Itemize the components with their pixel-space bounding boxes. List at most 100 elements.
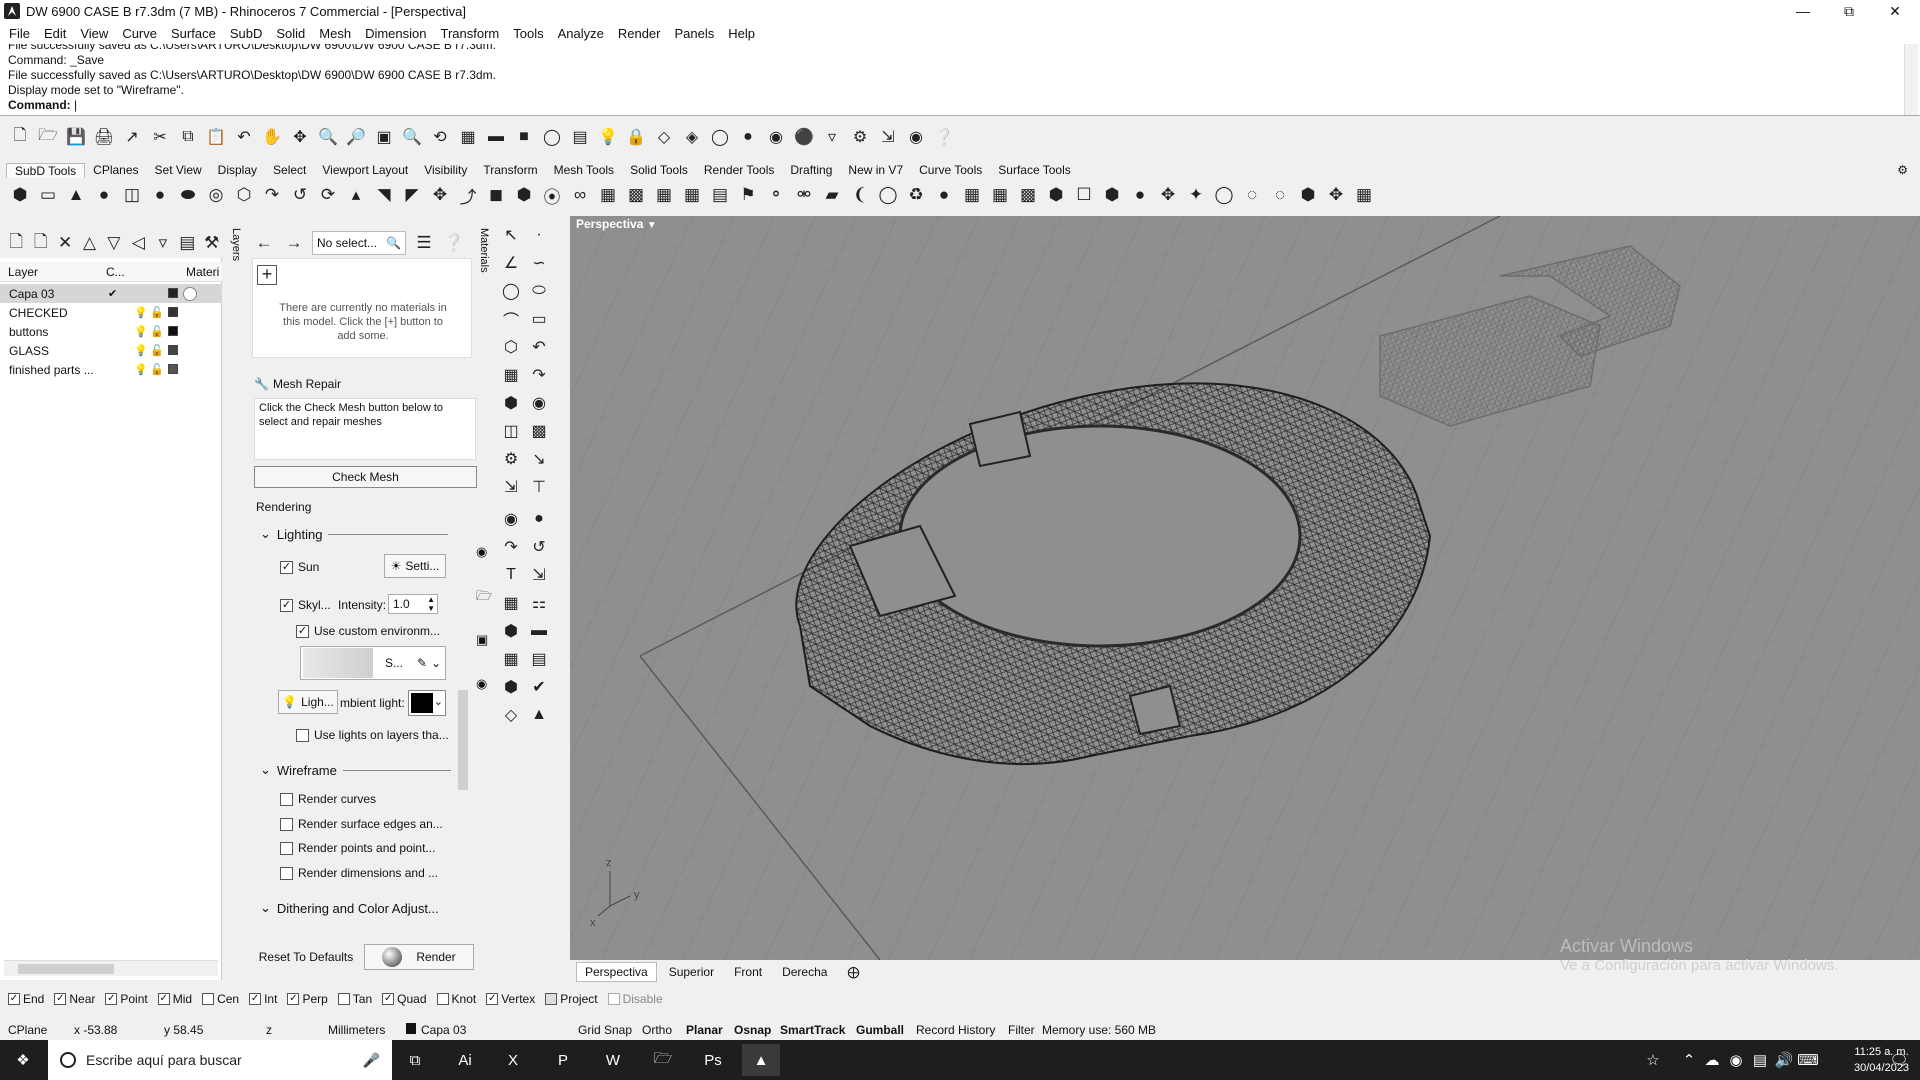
subd-frame-icon[interactable]: ▦ — [1352, 183, 1376, 207]
viewport-menu-chevron-icon[interactable]: ▼ — [647, 220, 657, 231]
layer-horizontal-scrollbar[interactable] — [4, 960, 218, 976]
people-icon[interactable]: ☆ — [1634, 1044, 1672, 1076]
viewport-tab-perspectiva[interactable]: Perspectiva — [576, 962, 657, 982]
undo-icon[interactable]: ↶ — [232, 125, 256, 149]
folder-icon[interactable]: 🗁 — [476, 574, 492, 618]
dimension-icon[interactable]: ⇲ — [500, 476, 522, 498]
sun-settings-button[interactable]: ☀ Setti... — [384, 554, 446, 578]
subd-mirror-icon[interactable]: ⚮ — [792, 183, 816, 207]
smarttrack-toggle[interactable]: SmartTrack — [780, 1023, 845, 1037]
sun-panel-icon[interactable]: ◉ — [476, 662, 492, 706]
tab-solid-tools[interactable]: Solid Tools — [622, 163, 696, 177]
toolbar-settings-gear-icon[interactable]: ⚙ — [1889, 163, 1916, 177]
subd-fill-icon[interactable]: ▴ — [344, 183, 368, 207]
save-icon[interactable]: 💾 — [64, 125, 88, 149]
tab-cplanes[interactable]: CPlanes — [85, 163, 146, 177]
array-icon[interactable]: ▦ — [500, 592, 522, 614]
snapshot-icon[interactable]: ▣ — [476, 618, 492, 662]
subd-transform-icon[interactable]: ✥ — [1324, 183, 1348, 207]
subd-insert-edge-icon[interactable]: ▦ — [596, 183, 620, 207]
viewport-tab-front[interactable]: Front — [726, 963, 770, 981]
render-curves-checkbox[interactable]: Render curves — [280, 792, 376, 806]
render-surface-edges-checkbox[interactable]: Render surface edges an... — [280, 817, 443, 831]
text-icon[interactable]: T — [500, 564, 522, 586]
add-viewport-icon[interactable]: ⨁ — [839, 963, 867, 981]
scale-icon[interactable]: ⇲ — [528, 564, 550, 586]
shade-icon[interactable]: ◇ — [500, 704, 522, 726]
layer-color-swatch[interactable] — [168, 345, 178, 355]
move-parent-icon[interactable]: ◁ — [128, 231, 148, 255]
subd-patch-icon[interactable]: ◥ — [372, 183, 396, 207]
subd-display-icon[interactable]: ● — [932, 183, 956, 207]
dropdown-chevron-icon[interactable]: ⌄ — [431, 656, 441, 670]
new-sublayer-icon[interactable]: 🗋 — [30, 231, 50, 255]
menu-curve[interactable]: Curve — [117, 26, 166, 41]
menu-panels[interactable]: Panels — [669, 26, 723, 41]
light-bulb-icon[interactable]: 💡 — [596, 125, 620, 149]
tab-subd-tools[interactable]: SubD Tools — [6, 162, 86, 178]
unlock-icon[interactable]: 🔓 — [150, 306, 164, 319]
material-icon[interactable]: ◈ — [680, 125, 704, 149]
block-icon[interactable]: ▬ — [528, 620, 550, 642]
mirror-icon[interactable]: ⚏ — [528, 592, 550, 614]
use-lights-layers-checkbox[interactable]: Use lights on layers tha... — [296, 728, 449, 742]
delete-layer-icon[interactable]: ✕ — [55, 231, 75, 255]
subd-vertex-icon[interactable]: ✦ — [1184, 183, 1208, 207]
boolean-icon[interactable]: ◉ — [528, 392, 550, 414]
wireframe-section[interactable]: ⌄ Wireframe — [260, 762, 451, 778]
cut-icon[interactable]: ✂ — [148, 125, 172, 149]
intensity-input[interactable]: 1.0 ▲ ▼ — [388, 594, 438, 614]
osnap-project[interactable]: Project — [545, 992, 598, 1006]
command-prompt[interactable]: Command: | — [8, 98, 1912, 113]
powerpoint-app-icon[interactable]: P — [544, 1044, 582, 1076]
current-column-header[interactable]: C... — [106, 265, 125, 279]
search-icon[interactable]: 🔍 — [386, 236, 401, 250]
zoom-window-icon[interactable]: 🔎 — [344, 125, 368, 149]
layers-tab[interactable]: Layers — [226, 228, 242, 288]
menu-analyze[interactable]: Analyze — [553, 26, 613, 41]
rendered-display-icon[interactable]: ◉ — [764, 125, 788, 149]
tab-select[interactable]: Select — [265, 163, 314, 177]
render-points-checkbox[interactable]: Render points and point... — [280, 841, 435, 855]
select-arrow-icon[interactable]: ↖ — [500, 224, 522, 246]
layer-row[interactable]: buttons 💡 🔓 — [0, 322, 222, 341]
select-icon[interactable]: ◯ — [540, 125, 564, 149]
sun-checkbox[interactable]: ✓ Sun — [280, 560, 319, 574]
menu-surface[interactable]: Surface — [166, 26, 225, 41]
ortho-toggle[interactable]: Ortho — [642, 1023, 672, 1037]
layer-icon[interactable]: ◇ — [652, 125, 676, 149]
subd-ellipsoid-icon[interactable]: ⬬ — [176, 183, 200, 207]
close-button[interactable]: ✕ — [1872, 0, 1918, 22]
subd-ball-icon[interactable]: ● — [1128, 183, 1152, 207]
grid-array-icon[interactable]: ▦ — [500, 648, 522, 670]
dithering-section[interactable]: ⌄ Dithering and Color Adjust... — [260, 900, 439, 916]
osnap-quad[interactable]: ✓ Quad — [382, 992, 427, 1006]
subd-ngon-icon[interactable]: ⬢ — [1296, 183, 1320, 207]
osnap-toggle[interactable]: Osnap — [734, 1023, 771, 1037]
analyze-icon[interactable]: ↘ — [528, 448, 550, 470]
viewport-tab-derecha[interactable]: Derecha — [774, 963, 835, 981]
menu-help[interactable]: Help — [723, 26, 764, 41]
subd-crease-edge-icon[interactable]: ◌ — [1240, 183, 1264, 207]
taskbar-search-input[interactable]: Escribe aquí para buscar 🎤 — [48, 1040, 392, 1080]
render-icon[interactable]: ◉ — [904, 125, 928, 149]
properties-icon[interactable]: ▤ — [568, 125, 592, 149]
menu-edit[interactable]: Edit — [39, 26, 75, 41]
illustrator-app-icon[interactable]: Ai — [446, 1044, 484, 1076]
subd-box-icon[interactable]: ⬢ — [8, 183, 32, 207]
tab-new-in-v7[interactable]: New in V7 — [840, 163, 911, 177]
undo-view-icon[interactable]: ⟲ — [428, 125, 452, 149]
environment-selector[interactable]: S... ✎ ⌄ — [300, 646, 446, 680]
subd-face-icon[interactable]: ◯ — [1212, 183, 1236, 207]
subd-plane-icon[interactable]: ▭ — [36, 183, 60, 207]
cylinder-icon[interactable]: ◫ — [500, 420, 522, 442]
rotate-view-icon[interactable]: ✥ — [288, 125, 312, 149]
subd-offset-icon[interactable]: ◯ — [876, 183, 900, 207]
forward-arrow-icon[interactable]: → — [282, 231, 306, 255]
polyline-icon[interactable]: ∠ — [500, 252, 522, 274]
osnap-mid[interactable]: ✓ Mid — [157, 992, 192, 1006]
layer-column-header[interactable]: Layer — [8, 265, 38, 279]
perspective-viewport[interactable]: y x z — [570, 216, 1920, 960]
render-dimensions-checkbox[interactable]: Render dimensions and ... — [280, 866, 438, 880]
language-icon[interactable]: ⌨ — [1796, 1044, 1820, 1076]
